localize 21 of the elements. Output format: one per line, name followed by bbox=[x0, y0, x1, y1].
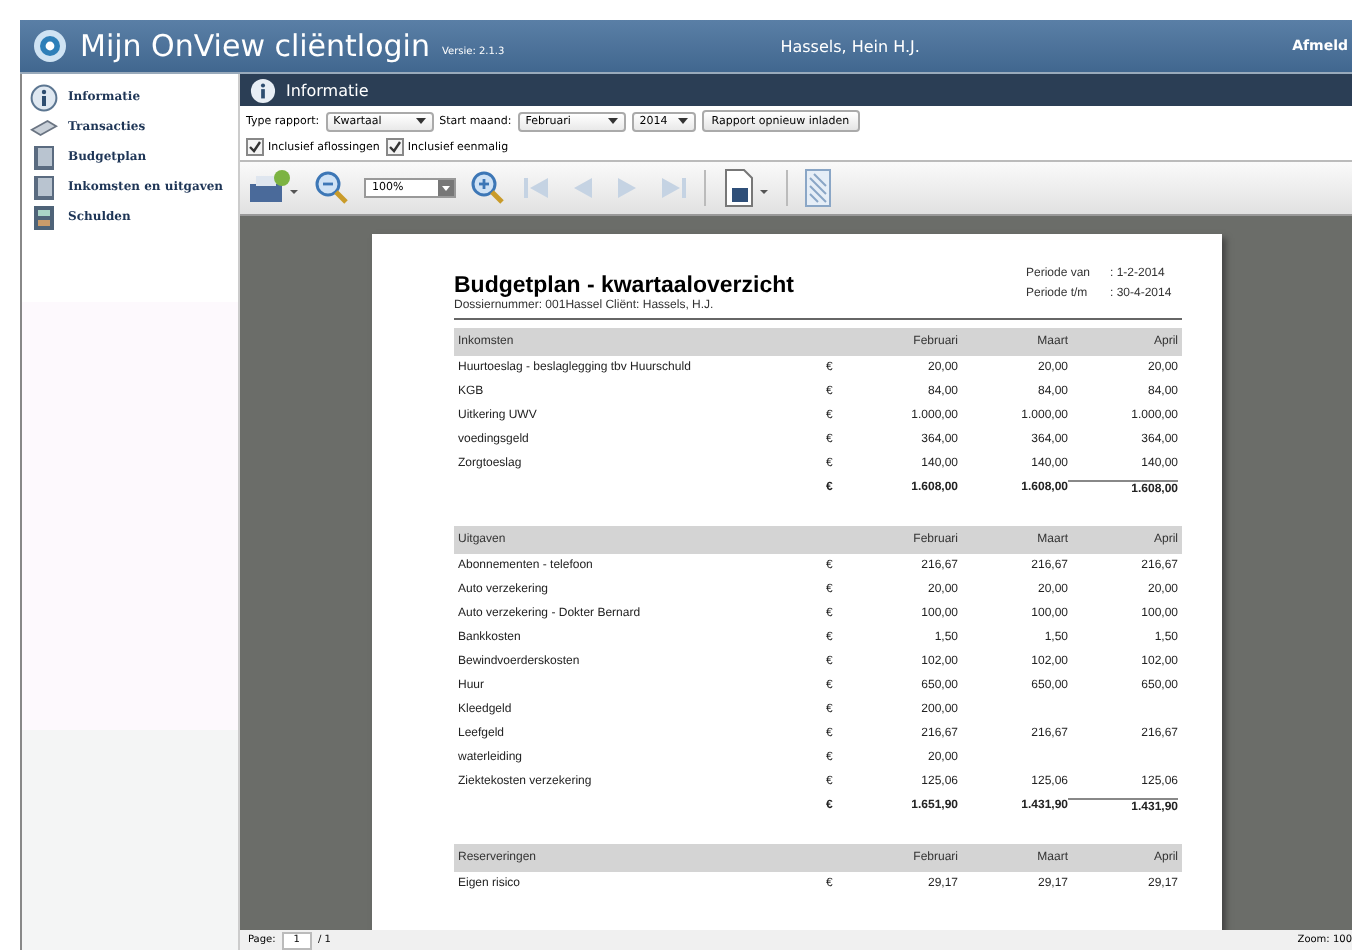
page-icon[interactable] bbox=[802, 168, 834, 208]
caret-icon bbox=[677, 118, 688, 124]
zoom-in-icon[interactable] bbox=[470, 170, 506, 206]
calculator-icon bbox=[30, 203, 58, 231]
caret-icon bbox=[415, 118, 426, 124]
app-title: Mijn OnView cliëntlogin bbox=[80, 28, 430, 64]
book-icon bbox=[30, 143, 58, 171]
info-icon bbox=[250, 77, 276, 103]
checkbox[interactable] bbox=[385, 138, 404, 156]
zoom-out-icon[interactable] bbox=[314, 170, 350, 206]
logo-icon bbox=[32, 28, 68, 64]
user-name: Hassels, Hein H.J. bbox=[780, 37, 920, 55]
panel-title: Informatie bbox=[286, 81, 369, 99]
caret-icon bbox=[607, 118, 618, 124]
save-icon[interactable] bbox=[720, 168, 772, 208]
book-icon bbox=[30, 173, 58, 201]
info-icon bbox=[30, 83, 58, 111]
caret-icon bbox=[438, 180, 454, 196]
checkbox[interactable] bbox=[246, 138, 264, 156]
card-icon bbox=[30, 117, 58, 137]
report-title: Budgetplan - kwartaaloverzicht bbox=[454, 274, 794, 298]
